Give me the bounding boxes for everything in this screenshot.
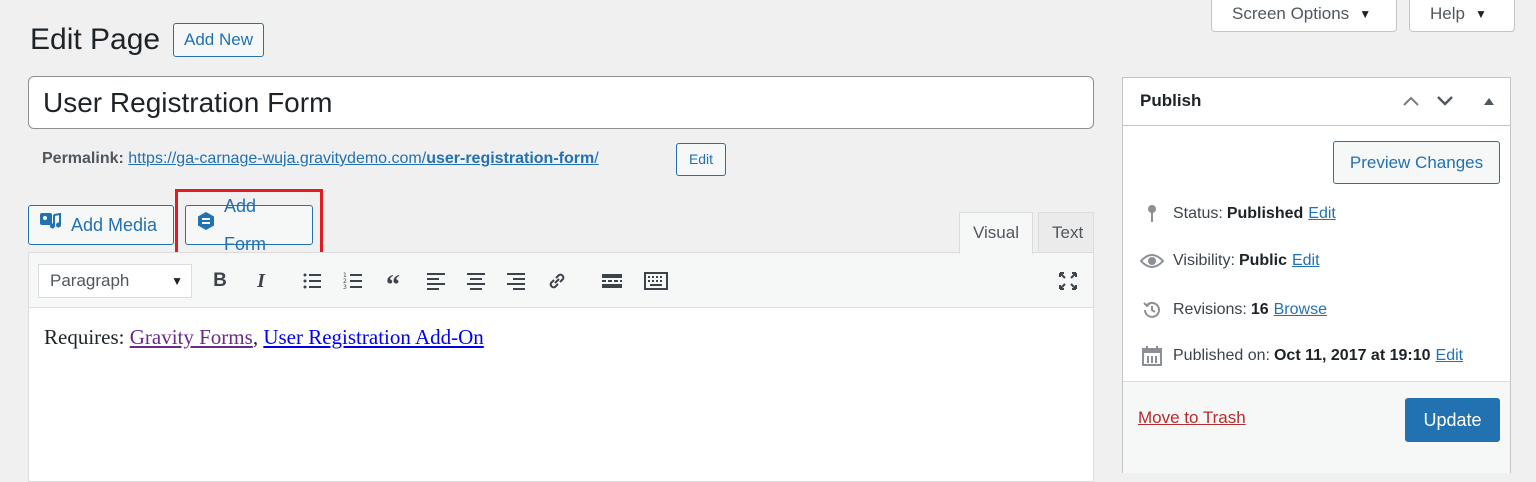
help-label: Help xyxy=(1430,3,1465,23)
screen-options-tab[interactable]: Screen Options ▼ xyxy=(1211,0,1397,32)
publish-title: Publish xyxy=(1140,91,1202,110)
eye-icon xyxy=(1139,248,1165,274)
page-title: Edit Page xyxy=(30,23,161,56)
bold-icon[interactable]: B xyxy=(205,266,235,296)
format-select[interactable]: Paragraph ▼ xyxy=(38,264,192,298)
revisions-value: 16 xyxy=(1250,301,1269,318)
svg-text:3: 3 xyxy=(343,284,347,290)
permalink-link[interactable]: https://ga-carnage-wuja.gravitydemo.com/… xyxy=(128,150,598,167)
visibility-label: Visibility: xyxy=(1173,252,1235,269)
help-tab[interactable]: Help ▼ xyxy=(1409,0,1515,32)
fullscreen-icon[interactable] xyxy=(1053,266,1083,296)
calendar-icon xyxy=(1139,343,1165,369)
blockquote-icon[interactable]: “ xyxy=(378,266,408,300)
toolbar-toggle-icon[interactable] xyxy=(641,266,671,296)
bulleted-list-icon[interactable] xyxy=(297,266,327,296)
visibility-value: Public xyxy=(1238,252,1287,269)
revisions-label: Revisions: xyxy=(1173,301,1247,318)
move-up-icon[interactable] xyxy=(1398,88,1424,114)
add-new-button[interactable]: Add New xyxy=(173,23,264,57)
link-icon[interactable] xyxy=(542,266,572,296)
move-to-trash-link[interactable]: Move to Trash xyxy=(1138,408,1246,428)
preview-changes-button[interactable]: Preview Changes xyxy=(1333,141,1500,184)
published-value: Oct 11, 2017 at 19:10 xyxy=(1273,347,1431,364)
published-label: Published on: xyxy=(1173,347,1270,364)
add-media-button[interactable]: Add Media xyxy=(28,205,174,245)
tab-visual[interactable]: Visual xyxy=(959,212,1033,254)
permalink-label: Permalink: xyxy=(42,150,124,167)
status-label: Status: xyxy=(1173,205,1223,222)
caret-down-icon: ▼ xyxy=(171,274,183,288)
status-value: Published xyxy=(1226,205,1304,222)
screen-options-label: Screen Options xyxy=(1232,3,1350,23)
published-on-row: Published on: Oct 11, 2017 at 19:10 Edit xyxy=(1139,343,1463,369)
permalink: Permalink: https://ga-carnage-wuja.gravi… xyxy=(42,146,599,172)
pin-icon xyxy=(1139,201,1165,227)
caret-down-icon: ▼ xyxy=(1474,6,1487,21)
status-row: Status: Published Edit xyxy=(1139,201,1336,227)
add-media-icon xyxy=(39,206,63,244)
history-icon xyxy=(1139,297,1165,323)
caret-down-icon: ▼ xyxy=(1359,6,1372,21)
update-button[interactable]: Update xyxy=(1405,398,1500,442)
format-select-value: Paragraph xyxy=(50,271,130,290)
add-media-label: Add Media xyxy=(71,215,158,235)
gravity-forms-link[interactable]: Gravity Forms xyxy=(130,325,253,349)
content-prefix: Requires: xyxy=(44,325,130,349)
post-title-input[interactable]: User Registration Form xyxy=(28,76,1094,129)
read-more-icon[interactable] xyxy=(597,266,627,296)
published-edit-link[interactable]: Edit xyxy=(1436,347,1464,365)
collapse-toggle-icon[interactable] xyxy=(1476,88,1502,114)
align-right-icon[interactable] xyxy=(501,266,531,296)
revisions-row: Revisions: 16 Browse xyxy=(1139,297,1327,323)
highlight-box xyxy=(175,189,323,258)
move-down-icon[interactable] xyxy=(1432,88,1458,114)
editor-content[interactable]: Requires: Gravity Forms, User Registrati… xyxy=(44,325,484,350)
align-center-icon[interactable] xyxy=(461,266,491,296)
revisions-browse-link[interactable]: Browse xyxy=(1274,301,1327,319)
visibility-row: Visibility: Public Edit xyxy=(1139,248,1320,274)
permalink-edit-button[interactable]: Edit xyxy=(676,143,726,176)
align-left-icon[interactable] xyxy=(421,266,451,296)
status-edit-link[interactable]: Edit xyxy=(1308,205,1336,223)
content-separator: , xyxy=(252,325,264,349)
visibility-edit-link[interactable]: Edit xyxy=(1292,252,1320,270)
tab-text[interactable]: Text xyxy=(1038,212,1094,254)
user-registration-addon-link[interactable]: User Registration Add-On xyxy=(263,325,483,349)
numbered-list-icon[interactable]: 123 xyxy=(338,266,368,296)
italic-icon[interactable]: I xyxy=(246,266,276,296)
